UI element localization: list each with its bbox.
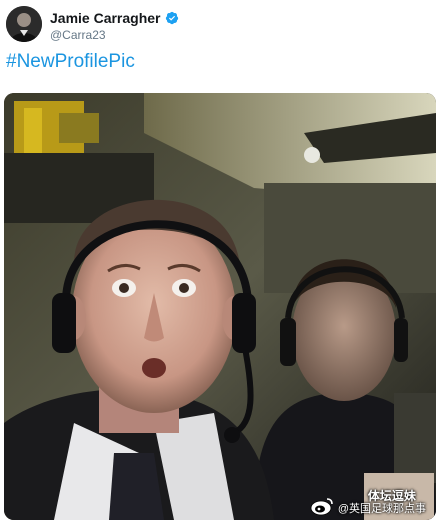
watermark: 体坛逗妹 @英国足球那点事: [310, 488, 426, 516]
avatar-image: [6, 6, 42, 42]
commentary-box-photo: [4, 93, 436, 520]
hashtag-link[interactable]: #NewProfilePic: [6, 51, 135, 73]
avatar[interactable]: [6, 6, 42, 42]
weibo-icon: [310, 496, 334, 516]
user-handle[interactable]: @Carra23: [50, 28, 106, 42]
tweet-photo[interactable]: 体坛逗妹 @英国足球那点事: [4, 93, 436, 520]
display-name[interactable]: Jamie Carragher: [50, 10, 161, 26]
verified-badge-icon: [165, 11, 179, 25]
watermark-subtitle: @英国足球那点事: [337, 503, 426, 516]
tweet-card: Jamie Carragher @Carra23 #NewProfilePic: [0, 0, 440, 521]
author-name-row: Jamie Carragher: [50, 10, 179, 26]
watermark-title: 体坛逗妹: [367, 488, 416, 503]
